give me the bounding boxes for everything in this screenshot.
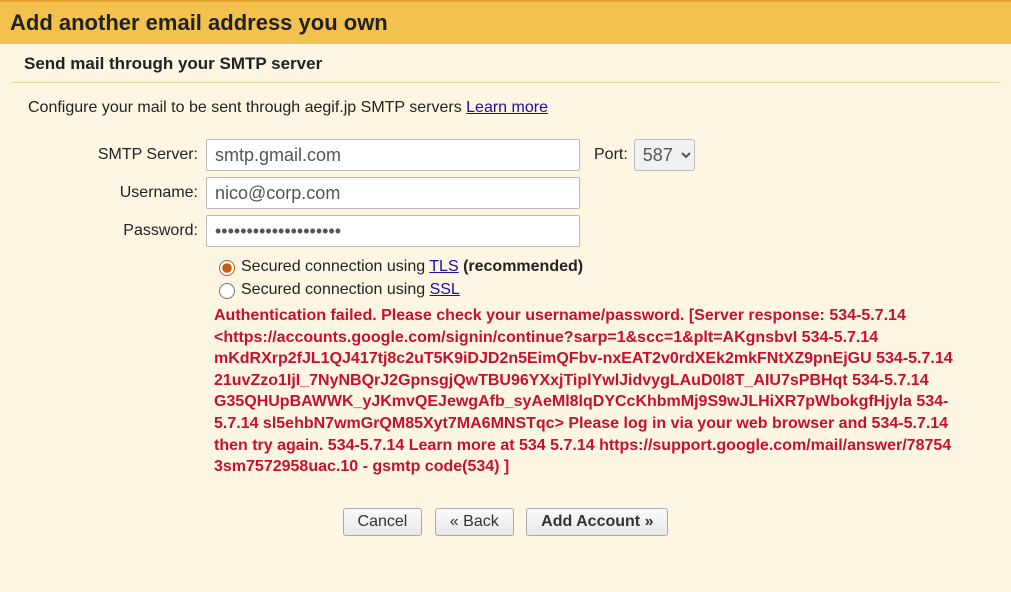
tls-radio-input[interactable] bbox=[219, 260, 235, 276]
tls-radio-text-pre: Secured connection using bbox=[241, 258, 429, 275]
password-row: Password: bbox=[28, 215, 983, 247]
intro-text-row: Configure your mail to be sent through a… bbox=[28, 99, 983, 117]
dialog-title: Add another email address you own bbox=[10, 10, 1001, 36]
port-select[interactable]: 587 bbox=[634, 139, 695, 171]
tls-radio-text-post: (recommended) bbox=[459, 258, 583, 275]
security-radio-group: Secured connection using TLS (recommende… bbox=[214, 257, 983, 299]
error-message: Authentication failed. Please check your… bbox=[214, 305, 984, 478]
button-row: Cancel « Back Add Account » bbox=[28, 508, 983, 536]
tls-link[interactable]: TLS bbox=[429, 258, 458, 275]
dialog-body: Configure your mail to be sent through a… bbox=[0, 83, 1011, 536]
learn-more-link[interactable]: Learn more bbox=[466, 99, 548, 116]
dialog-subheader: Send mail through your SMTP server bbox=[0, 44, 1011, 78]
dialog-header: Add another email address you own bbox=[0, 0, 1011, 44]
smtp-server-row: SMTP Server: Port: 587 bbox=[28, 139, 983, 171]
cancel-button[interactable]: Cancel bbox=[343, 508, 423, 536]
username-input[interactable] bbox=[206, 177, 580, 209]
back-button[interactable]: « Back bbox=[435, 508, 514, 536]
smtp-server-input[interactable] bbox=[206, 139, 580, 171]
username-row: Username: bbox=[28, 177, 983, 209]
port-label: Port: bbox=[594, 146, 628, 164]
password-input[interactable] bbox=[206, 215, 580, 247]
ssl-link[interactable]: SSL bbox=[430, 281, 460, 298]
tls-radio-row[interactable]: Secured connection using TLS (recommende… bbox=[214, 257, 983, 276]
ssl-radio-row[interactable]: Secured connection using SSL bbox=[214, 280, 983, 299]
password-label: Password: bbox=[28, 222, 206, 240]
username-label: Username: bbox=[28, 184, 206, 202]
add-account-button[interactable]: Add Account » bbox=[526, 508, 668, 536]
intro-text: Configure your mail to be sent through a… bbox=[28, 99, 466, 116]
ssl-radio-input[interactable] bbox=[219, 283, 235, 299]
smtp-server-label: SMTP Server: bbox=[28, 146, 206, 164]
ssl-radio-text-pre: Secured connection using bbox=[241, 281, 430, 298]
